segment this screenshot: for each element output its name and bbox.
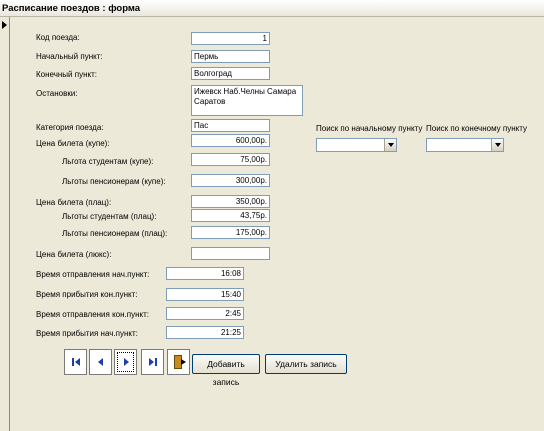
next-record-icon	[124, 358, 129, 366]
discount-pensioners-platz-field[interactable]: 175,00р.	[191, 226, 270, 239]
previous-record-icon	[98, 358, 103, 366]
current-record-arrow-icon	[2, 21, 7, 29]
exit-arrow-icon	[181, 359, 186, 365]
arrive-start-label: Время прибытия нач.пункт:	[36, 329, 138, 338]
train-code-field[interactable]: 1	[191, 32, 270, 45]
arrive-end-field[interactable]: 15:40	[166, 288, 244, 301]
category-field[interactable]: Пас	[191, 119, 270, 132]
price-coupe-label: Цена билета (купе):	[36, 139, 110, 148]
search-by-end-combo[interactable]	[426, 138, 504, 152]
record-selector[interactable]	[0, 17, 10, 431]
delete-record-button[interactable]: Удалить запись	[265, 354, 347, 374]
first-record-arrow-icon	[75, 358, 80, 366]
discount-pensioners-platz-label: Льготы пенсионерам (плац):	[62, 229, 168, 238]
discount-students-platz-field[interactable]: 43,75р.	[191, 209, 270, 222]
next-record-button[interactable]	[114, 349, 137, 375]
price-lux-field[interactable]	[191, 247, 270, 260]
price-coupe-field[interactable]: 600,00р.	[191, 134, 270, 147]
first-record-button[interactable]	[64, 349, 87, 375]
end-point-label: Конечный пункт:	[36, 70, 97, 79]
stops-field[interactable]: Ижевск Наб.Челны Самара Саратов	[191, 85, 303, 116]
arrive-end-label: Время прибытия кон.пункт:	[36, 290, 138, 299]
chevron-down-icon[interactable]	[491, 139, 503, 151]
chevron-down-icon[interactable]	[384, 139, 396, 151]
last-record-arrow-icon	[149, 358, 154, 366]
end-point-field[interactable]: Волгоград	[191, 67, 270, 80]
stops-line-2: Саратов	[194, 97, 226, 106]
previous-record-button[interactable]	[89, 349, 112, 375]
price-lux-label: Цена билета (люкс):	[36, 250, 112, 259]
depart-start-field[interactable]: 16:08	[166, 267, 244, 280]
last-record-button[interactable]	[141, 349, 164, 375]
start-point-label: Начальный пункт:	[36, 52, 103, 61]
depart-end-label: Время отправления кон.пункт:	[36, 310, 149, 319]
discount-students-coupe-field[interactable]: 75,00р.	[191, 153, 270, 166]
search-by-start-combo[interactable]	[316, 138, 397, 152]
discount-students-platz-label: Льготы студентам (плац):	[62, 212, 157, 221]
price-platz-field[interactable]: 350,00р.	[191, 195, 270, 208]
price-platz-label: Цена билета (плац):	[36, 198, 112, 207]
discount-pensioners-coupe-field[interactable]: 300,00р.	[191, 174, 270, 187]
depart-end-field[interactable]: 2:45	[166, 307, 244, 320]
stops-line-1: Ижевск Наб.Челны Самара	[194, 87, 297, 96]
first-record-icon	[72, 358, 74, 366]
window-titlebar: Расписание поездов : форма	[0, 0, 544, 17]
search-by-start-label: Поиск по начальному пункту	[316, 124, 423, 133]
window-title: Расписание поездов : форма	[2, 3, 141, 14]
start-point-field[interactable]: Пермь	[191, 50, 270, 63]
category-label: Категория поезда:	[36, 123, 104, 132]
add-record-button[interactable]: Добавить запись	[192, 354, 260, 387]
discount-pensioners-coupe-label: Льготы пенсионерам (купе):	[62, 177, 166, 186]
discount-students-coupe-label: Льгота студентам (купе):	[62, 157, 154, 166]
search-by-end-label: Поиск по конечному пункту	[426, 124, 527, 133]
train-code-label: Код поезда:	[36, 33, 80, 42]
stops-label: Остановки:	[36, 89, 78, 98]
close-form-button[interactable]	[167, 349, 190, 375]
depart-start-label: Время отправления нач.пункт:	[36, 270, 150, 279]
arrive-start-field[interactable]: 21:25	[166, 326, 244, 339]
last-record-icon	[155, 358, 157, 366]
